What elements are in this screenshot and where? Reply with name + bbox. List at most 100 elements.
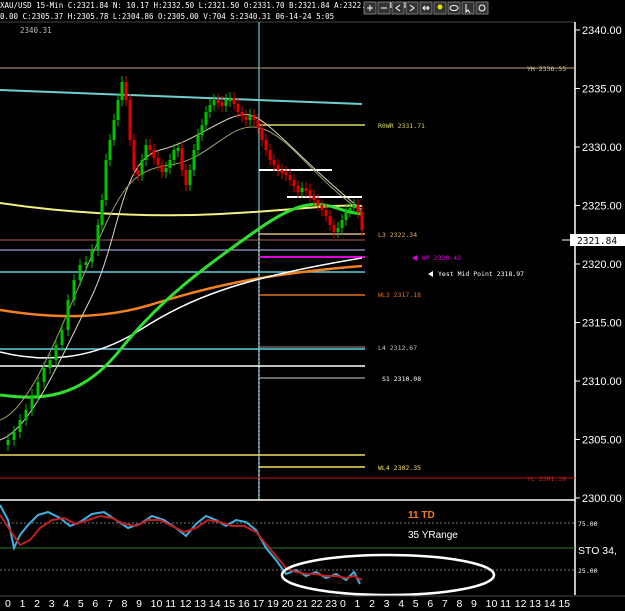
- chart-info-line-2: 0.00 C:2305.37 H:2305.78 L:2304.86 O:230…: [0, 12, 334, 21]
- candle-body: [104, 160, 108, 200]
- level-labels: YH 2336.55 R0WR 2331.71 L3 2322.34 WP 23…: [378, 65, 566, 483]
- candle-body: [216, 100, 220, 103]
- candle-body: [176, 148, 180, 151]
- candle-body: [128, 100, 132, 140]
- price-tick-label: 2335.00: [582, 84, 622, 96]
- price-chart[interactable]: XAU/USD 15-Min C:2321.84 N: 10.17 H:2332…: [0, 0, 625, 611]
- stoch-blue-line: [0, 504, 361, 585]
- level-label-s1: S1 2310.08: [382, 375, 421, 383]
- ma-cyan-line: [0, 89, 363, 105]
- time-tick-label: 10: [151, 598, 163, 610]
- candle-body: [24, 410, 28, 420]
- candle-body: [260, 128, 264, 140]
- candle-body: [288, 175, 292, 180]
- candle-body: [12, 432, 16, 440]
- candle-body: [132, 140, 136, 170]
- candle-body: [232, 98, 236, 104]
- candle-body: [72, 280, 76, 300]
- candle-body: [356, 205, 360, 212]
- candle-body: [332, 225, 336, 232]
- time-tick-label: 6: [92, 598, 98, 610]
- candle-body: [296, 186, 300, 192]
- time-tick-label: 11: [500, 598, 511, 610]
- cursor-icon[interactable]: [461, 1, 475, 15]
- price-axis: 2340.00 2335.00 2330.00 2325.00 2320.00 2315.…: [562, 25, 625, 505]
- candle-body: [108, 140, 112, 160]
- time-tick-label: 22: [311, 598, 323, 610]
- candle-body: [6, 440, 10, 445]
- arrow-right-icon[interactable]: [405, 1, 419, 15]
- time-tick-label: 16: [238, 598, 250, 610]
- time-tick-label: 14: [209, 598, 221, 610]
- candle-body: [360, 212, 364, 230]
- candle-body: [78, 265, 82, 280]
- corner-price-label: 2340.31: [20, 26, 52, 35]
- candle-body: [48, 360, 52, 368]
- level-label-wl3: WL3 2317.18: [378, 291, 421, 299]
- price-tick-label: 2320.00: [582, 259, 622, 271]
- candle-body: [324, 210, 328, 216]
- candle-body: [116, 100, 120, 120]
- time-tick-label: 0: [5, 598, 11, 610]
- eye-icon[interactable]: [447, 1, 461, 15]
- arrow-left-icon[interactable]: [391, 1, 405, 15]
- price-tick-label: 2300.00: [582, 493, 622, 505]
- sto-label: STO 34,: [578, 545, 617, 557]
- price-tick-label: 2310.00: [582, 376, 622, 388]
- candle-body: [120, 82, 124, 100]
- candle-body: [316, 200, 320, 205]
- time-tick-label: 0: [340, 598, 346, 610]
- candle-body: [272, 160, 276, 165]
- candle-body: [268, 150, 272, 160]
- moving-averages: [0, 89, 363, 441]
- candle-body: [320, 205, 324, 210]
- candle-body: [300, 188, 304, 192]
- candle-body: [192, 150, 196, 170]
- oscillator-panel: 75.00 25.00 11 TD 35 YRange STO 34,: [0, 499, 617, 597]
- time-tick-label: 4: [63, 598, 69, 610]
- current-price-label: 2321.84: [577, 236, 617, 247]
- level-label-l4: L4 2312.67: [378, 344, 417, 352]
- price-tick-label: 2330.00: [582, 142, 622, 154]
- candle-body: [90, 250, 94, 262]
- candle-body: [308, 190, 312, 196]
- candle-body: [184, 170, 188, 185]
- time-tick-label: 20: [282, 598, 294, 610]
- candle-body: [220, 102, 224, 106]
- candle-body: [96, 225, 100, 250]
- candle-body: [152, 150, 156, 158]
- candle-body: [344, 210, 348, 220]
- candle-body: [156, 158, 160, 165]
- plus-icon[interactable]: [363, 1, 377, 15]
- oscillator-tick-25: 25.00: [578, 567, 598, 575]
- candle-body: [248, 115, 252, 120]
- level-label-yh: YH 2336.55: [527, 65, 566, 73]
- candle-body: [164, 168, 168, 172]
- level-label-wl4: WL4 2302.35: [378, 464, 421, 472]
- candle-body: [180, 148, 184, 170]
- time-tick-label: 7: [107, 598, 113, 610]
- time-tick-label: 12: [180, 598, 192, 610]
- time-tick-label: 2: [34, 598, 40, 610]
- double-arrow-icon[interactable]: [419, 1, 433, 15]
- time-tick-label: 15: [223, 598, 235, 610]
- minus-icon[interactable]: [377, 1, 391, 15]
- candle-body: [348, 208, 352, 211]
- time-tick-label: 13: [529, 598, 541, 610]
- time-tick-label: 7: [442, 598, 448, 610]
- candle-body: [136, 170, 140, 175]
- candle-body: [196, 135, 200, 150]
- candle-body: [284, 172, 288, 175]
- gear-icon[interactable]: [475, 1, 489, 15]
- time-tick-label: 3: [384, 598, 390, 610]
- candle-body: [112, 120, 116, 140]
- candle-body: [140, 160, 144, 175]
- candle-body: [336, 228, 340, 232]
- candle-body: [84, 262, 88, 265]
- time-tick-label: 8: [122, 598, 128, 610]
- yrange-label: 35 YRange: [408, 530, 458, 541]
- time-tick-label: 2: [369, 598, 375, 610]
- time-tick-label: 3: [49, 598, 55, 610]
- candle-body: [312, 196, 316, 200]
- pin-icon[interactable]: [433, 1, 447, 15]
